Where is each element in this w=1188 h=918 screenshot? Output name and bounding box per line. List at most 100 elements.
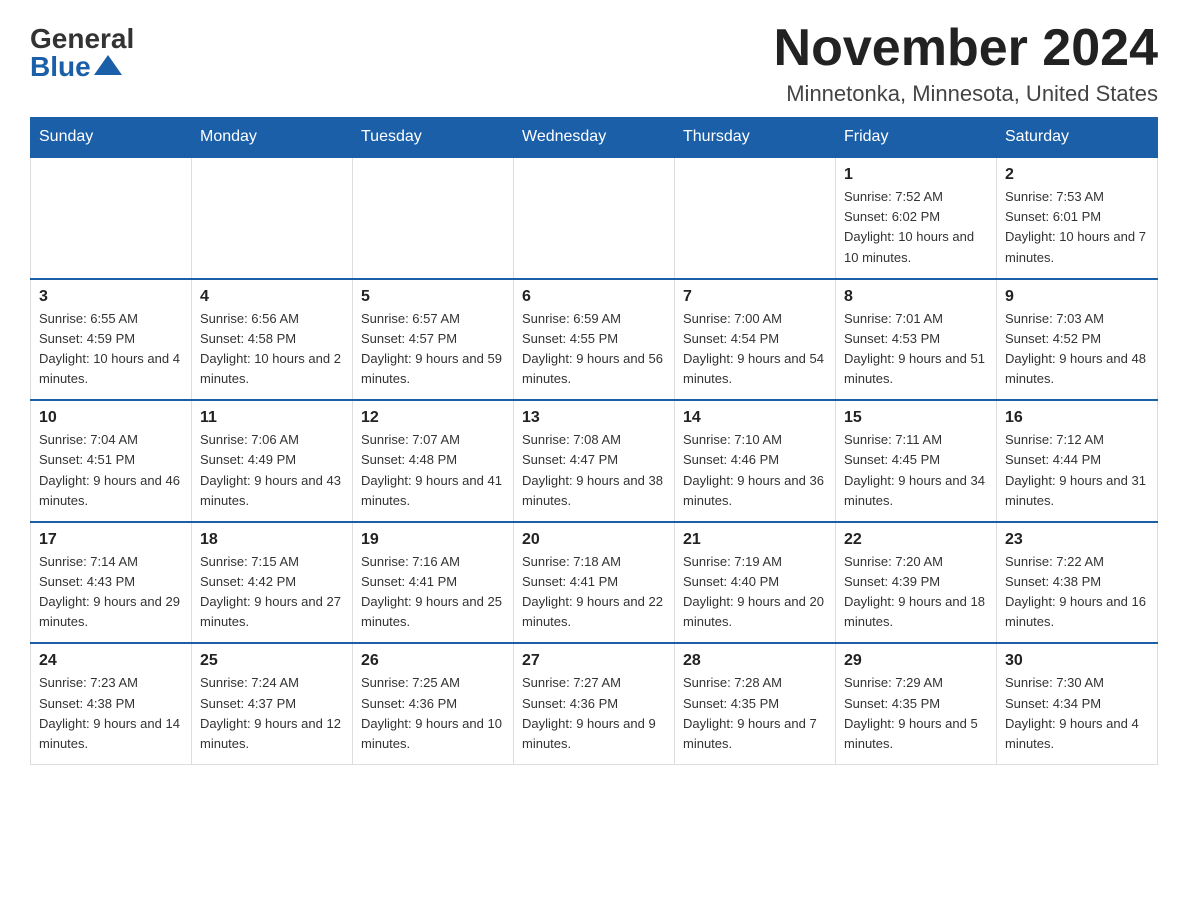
calendar-day-cell — [192, 157, 353, 279]
day-number: 12 — [361, 409, 505, 427]
day-info: Sunrise: 6:57 AM Sunset: 4:57 PM Dayligh… — [361, 309, 505, 390]
logo-triangle-icon — [94, 55, 122, 75]
calendar-day-cell: 6 Sunrise: 6:59 AM Sunset: 4:55 PM Daylig… — [514, 279, 675, 401]
logo-blue-text: Blue — [30, 53, 122, 81]
day-info: Sunrise: 7:27 AM Sunset: 4:36 PM Dayligh… — [522, 673, 666, 754]
day-number: 2 — [1005, 166, 1149, 184]
calendar-day-cell: 1Sunrise: 7:52 AM Sunset: 6:02 PM Daylig… — [836, 157, 997, 279]
day-number: 26 — [361, 652, 505, 670]
day-info: Sunrise: 7:00 AM Sunset: 4:54 PM Dayligh… — [683, 309, 827, 390]
day-number: 25 — [200, 652, 344, 670]
day-info: Sunrise: 7:19 AM Sunset: 4:40 PM Dayligh… — [683, 552, 827, 633]
day-number: 18 — [200, 531, 344, 549]
day-of-week-header: Saturday — [997, 118, 1158, 158]
calendar-day-cell: 21 Sunrise: 7:19 AM Sunset: 4:40 PM Dayli… — [675, 522, 836, 644]
title-section: November 2024 Minnetonka, Minnesota, Uni… — [774, 20, 1158, 107]
day-info: Sunrise: 7:06 AM Sunset: 4:49 PM Dayligh… — [200, 430, 344, 511]
page-header: General Blue November 2024 Minnetonka, M… — [30, 20, 1158, 107]
day-number: 17 — [39, 531, 183, 549]
calendar-day-cell: 4 Sunrise: 6:56 AM Sunset: 4:58 PM Daylig… — [192, 279, 353, 401]
location-subtitle: Minnetonka, Minnesota, United States — [774, 81, 1158, 107]
day-info: Sunrise: 7:14 AM Sunset: 4:43 PM Dayligh… — [39, 552, 183, 633]
calendar-day-cell: 8Sunrise: 7:01 AM Sunset: 4:53 PM Daylig… — [836, 279, 997, 401]
day-info: Sunrise: 7:16 AM Sunset: 4:41 PM Dayligh… — [361, 552, 505, 633]
calendar-day-cell — [353, 157, 514, 279]
day-info: Sunrise: 7:20 AM Sunset: 4:39 PM Dayligh… — [844, 552, 988, 633]
calendar-day-cell: 7 Sunrise: 7:00 AM Sunset: 4:54 PM Daylig… — [675, 279, 836, 401]
calendar-day-cell: 23 Sunrise: 7:22 AM Sunset: 4:38 PM Dayli… — [997, 522, 1158, 644]
day-info: Sunrise: 7:11 AM Sunset: 4:45 PM Dayligh… — [844, 430, 988, 511]
calendar-header-row: SundayMondayTuesdayWednesdayThursdayFrid… — [31, 118, 1158, 158]
day-info: Sunrise: 7:08 AM Sunset: 4:47 PM Dayligh… — [522, 430, 666, 511]
calendar-day-cell: 10Sunrise: 7:04 AM Sunset: 4:51 PM Dayli… — [31, 400, 192, 522]
calendar-day-cell: 9 Sunrise: 7:03 AM Sunset: 4:52 PM Daylig… — [997, 279, 1158, 401]
day-info: Sunrise: 7:23 AM Sunset: 4:38 PM Dayligh… — [39, 673, 183, 754]
day-number: 21 — [683, 531, 827, 549]
day-info: Sunrise: 7:25 AM Sunset: 4:36 PM Dayligh… — [361, 673, 505, 754]
calendar-day-cell: 3 Sunrise: 6:55 AM Sunset: 4:59 PM Daylig… — [31, 279, 192, 401]
day-number: 11 — [200, 409, 344, 427]
day-number: 27 — [522, 652, 666, 670]
day-number: 10 — [39, 409, 183, 427]
day-info: Sunrise: 7:18 AM Sunset: 4:41 PM Dayligh… — [522, 552, 666, 633]
day-number: 9 — [1005, 288, 1149, 306]
day-number: 3 — [39, 288, 183, 306]
day-number: 13 — [522, 409, 666, 427]
calendar-day-cell: 12Sunrise: 7:07 AM Sunset: 4:48 PM Dayli… — [353, 400, 514, 522]
day-number: 24 — [39, 652, 183, 670]
day-info: Sunrise: 6:59 AM Sunset: 4:55 PM Dayligh… — [522, 309, 666, 390]
calendar-day-cell: 13 Sunrise: 7:08 AM Sunset: 4:47 PM Dayli… — [514, 400, 675, 522]
day-of-week-header: Tuesday — [353, 118, 514, 158]
day-number: 6 — [522, 288, 666, 306]
day-of-week-header: Thursday — [675, 118, 836, 158]
calendar-week-row: 10Sunrise: 7:04 AM Sunset: 4:51 PM Dayli… — [31, 400, 1158, 522]
logo-general-text: General — [30, 25, 134, 53]
calendar-day-cell: 22 Sunrise: 7:20 AM Sunset: 4:39 PM Dayli… — [836, 522, 997, 644]
calendar-week-row: 17 Sunrise: 7:14 AM Sunset: 4:43 PM Dayli… — [31, 522, 1158, 644]
calendar-day-cell: 25 Sunrise: 7:24 AM Sunset: 4:37 PM Dayli… — [192, 643, 353, 764]
calendar-day-cell: 19 Sunrise: 7:16 AM Sunset: 4:41 PM Dayli… — [353, 522, 514, 644]
day-info: Sunrise: 6:56 AM Sunset: 4:58 PM Dayligh… — [200, 309, 344, 390]
calendar-day-cell — [514, 157, 675, 279]
day-number: 22 — [844, 531, 988, 549]
day-number: 28 — [683, 652, 827, 670]
day-number: 7 — [683, 288, 827, 306]
day-number: 29 — [844, 652, 988, 670]
calendar-day-cell — [675, 157, 836, 279]
day-of-week-header: Friday — [836, 118, 997, 158]
day-number: 16 — [1005, 409, 1149, 427]
day-number: 8 — [844, 288, 988, 306]
day-info: Sunrise: 7:52 AM Sunset: 6:02 PM Dayligh… — [844, 187, 988, 268]
calendar-table: SundayMondayTuesdayWednesdayThursdayFrid… — [30, 117, 1158, 765]
calendar-week-row: 1Sunrise: 7:52 AM Sunset: 6:02 PM Daylig… — [31, 157, 1158, 279]
day-number: 19 — [361, 531, 505, 549]
day-info: Sunrise: 7:24 AM Sunset: 4:37 PM Dayligh… — [200, 673, 344, 754]
day-info: Sunrise: 7:12 AM Sunset: 4:44 PM Dayligh… — [1005, 430, 1149, 511]
calendar-day-cell: 26 Sunrise: 7:25 AM Sunset: 4:36 PM Dayli… — [353, 643, 514, 764]
calendar-day-cell: 27 Sunrise: 7:27 AM Sunset: 4:36 PM Dayli… — [514, 643, 675, 764]
calendar-day-cell: 17 Sunrise: 7:14 AM Sunset: 4:43 PM Dayli… — [31, 522, 192, 644]
calendar-day-cell: 24 Sunrise: 7:23 AM Sunset: 4:38 PM Dayli… — [31, 643, 192, 764]
day-info: Sunrise: 7:10 AM Sunset: 4:46 PM Dayligh… — [683, 430, 827, 511]
calendar-day-cell: 29 Sunrise: 7:29 AM Sunset: 4:35 PM Dayli… — [836, 643, 997, 764]
month-title: November 2024 — [774, 20, 1158, 77]
day-info: Sunrise: 7:29 AM Sunset: 4:35 PM Dayligh… — [844, 673, 988, 754]
calendar-week-row: 3 Sunrise: 6:55 AM Sunset: 4:59 PM Daylig… — [31, 279, 1158, 401]
day-number: 5 — [361, 288, 505, 306]
day-number: 4 — [200, 288, 344, 306]
day-number: 20 — [522, 531, 666, 549]
day-number: 23 — [1005, 531, 1149, 549]
day-number: 15 — [844, 409, 988, 427]
calendar-day-cell — [31, 157, 192, 279]
calendar-day-cell: 18Sunrise: 7:15 AM Sunset: 4:42 PM Dayli… — [192, 522, 353, 644]
calendar-day-cell: 2Sunrise: 7:53 AM Sunset: 6:01 PM Daylig… — [997, 157, 1158, 279]
day-number: 30 — [1005, 652, 1149, 670]
calendar-week-row: 24 Sunrise: 7:23 AM Sunset: 4:38 PM Dayli… — [31, 643, 1158, 764]
calendar-day-cell: 28Sunrise: 7:28 AM Sunset: 4:35 PM Dayli… — [675, 643, 836, 764]
day-info: Sunrise: 6:55 AM Sunset: 4:59 PM Dayligh… — [39, 309, 183, 390]
day-info: Sunrise: 7:22 AM Sunset: 4:38 PM Dayligh… — [1005, 552, 1149, 633]
day-of-week-header: Wednesday — [514, 118, 675, 158]
calendar-day-cell: 30Sunrise: 7:30 AM Sunset: 4:34 PM Dayli… — [997, 643, 1158, 764]
day-info: Sunrise: 7:03 AM Sunset: 4:52 PM Dayligh… — [1005, 309, 1149, 390]
calendar-header: SundayMondayTuesdayWednesdayThursdayFrid… — [31, 118, 1158, 158]
